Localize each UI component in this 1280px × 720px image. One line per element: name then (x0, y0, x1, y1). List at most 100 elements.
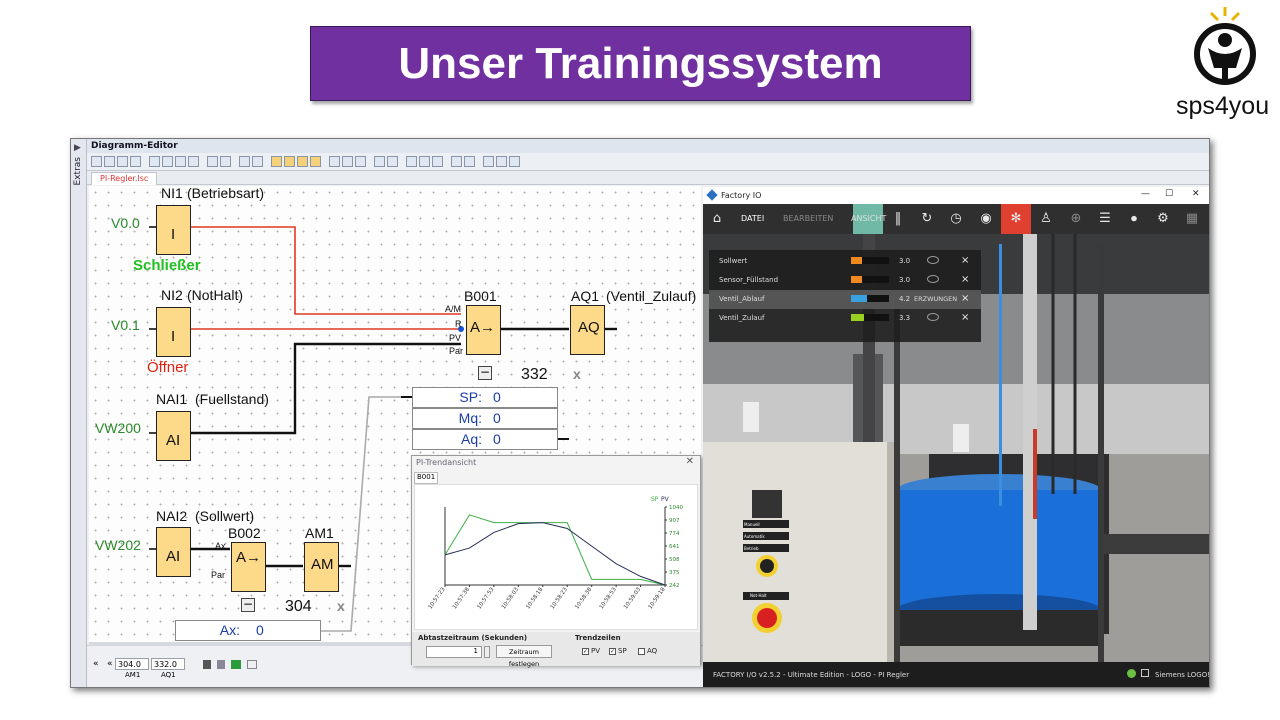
pause-icon[interactable] (217, 660, 225, 669)
function-tool-icon[interactable] (284, 156, 295, 167)
grid-icon[interactable] (419, 156, 430, 167)
b001-block[interactable]: A→ (466, 305, 501, 355)
step-icon[interactable] (483, 156, 494, 167)
block-tool-icon[interactable] (117, 156, 128, 167)
timer-icon[interactable]: ◷ (947, 210, 965, 228)
aq-checkbox[interactable]: AQ (638, 647, 657, 655)
stop-icon[interactable] (203, 660, 211, 669)
remove-tag-icon[interactable]: × (961, 274, 969, 285)
ni2-block[interactable]: I (156, 307, 191, 357)
close-box-2-icon[interactable]: x (337, 598, 345, 614)
menu-datei[interactable]: DATEI (741, 214, 764, 223)
align-right-icon[interactable] (175, 156, 186, 167)
select-tool-icon[interactable] (91, 156, 102, 167)
trend-close-icon[interactable]: ✕ (686, 456, 694, 467)
special-tool-icon[interactable] (297, 156, 308, 167)
tag-value-bar[interactable] (851, 257, 889, 264)
redo-icon[interactable] (252, 156, 263, 167)
tag-value-bar[interactable] (851, 295, 889, 302)
pause-icon[interactable]: ‖ (889, 210, 907, 228)
layout-1-icon[interactable] (329, 156, 340, 167)
tag-row[interactable]: Ventil_Zulauf 3.3 × (709, 309, 981, 328)
sample-input[interactable]: 1 (426, 646, 482, 658)
tag-value-bar[interactable] (851, 314, 889, 321)
home-icon[interactable]: ⌂ (708, 210, 726, 228)
collapse-box-2-button[interactable]: − (241, 598, 255, 612)
param-sp-field[interactable]: SP: 0 (412, 387, 558, 408)
cut-icon[interactable] (207, 156, 218, 167)
pencil-icon[interactable] (406, 156, 417, 167)
align-center-icon[interactable] (162, 156, 173, 167)
distribute-icon[interactable] (188, 156, 199, 167)
param-mq-field[interactable]: Mq: 0 (412, 408, 558, 429)
param-ax-field[interactable]: Ax: 0 (175, 620, 321, 641)
tag-forced-label[interactable]: ERZWUNGEN (914, 295, 957, 303)
minus-icon[interactable] (509, 156, 520, 167)
sample-spinner-icon[interactable] (484, 646, 490, 658)
force-toggle-icon[interactable] (927, 256, 939, 264)
reset-icon[interactable]: ↻ (918, 210, 936, 228)
force-toggle-icon[interactable] (927, 275, 939, 283)
aq1-block[interactable]: AQ (570, 305, 605, 355)
extras-tab-label[interactable]: Extras (73, 157, 83, 185)
menu-bearbeiten[interactable]: BEARBEITEN (783, 214, 833, 223)
run-icon[interactable] (231, 660, 241, 669)
trend-tab-b001[interactable]: B001 (414, 472, 438, 484)
tag-row[interactable]: Sollwert 3.0 × (709, 252, 981, 271)
ni1-block[interactable]: I (156, 205, 191, 255)
layout-2-icon[interactable] (342, 156, 353, 167)
maximize-button[interactable]: ☐ (1165, 189, 1173, 199)
nai2-block[interactable]: AI (156, 527, 191, 577)
factory-io-window[interactable]: Factory IO — ☐ ✕ ⌂ DATEI BEARBEITEN ANSI… (703, 187, 1209, 687)
plus-icon[interactable] (496, 156, 507, 167)
param-aq-field[interactable]: Aq: 0 (412, 429, 558, 450)
tag-row[interactable]: Ventil_Ablauf 4.2 ERZWUNGEN × (709, 290, 981, 309)
gate-tool-icon[interactable] (271, 156, 282, 167)
b001-symbol: A→ (470, 319, 496, 336)
remove-tag-icon[interactable]: × (961, 312, 969, 323)
set-period-button[interactable]: Zeitraum festlegen (496, 645, 552, 668)
nai1-block[interactable]: AI (156, 411, 191, 461)
tab-pi-regler[interactable]: PI-Regler.lsc (91, 172, 158, 185)
zoom-in-icon[interactable] (374, 156, 385, 167)
collapse-box-1-button[interactable]: − (478, 366, 492, 380)
simulation-icon[interactable] (451, 156, 462, 167)
text-tool-icon[interactable] (130, 156, 141, 167)
layout-3-icon[interactable] (355, 156, 366, 167)
undo-icon[interactable] (239, 156, 250, 167)
nav-prev-icon[interactable]: « (107, 659, 113, 669)
sensor-icon[interactable]: ⦁ (1125, 210, 1143, 228)
nav-first-icon[interactable]: « (93, 659, 99, 669)
remove-tag-icon[interactable]: × (961, 255, 969, 266)
tag-row[interactable]: Sensor_Füllstand 3.0 × (709, 271, 981, 290)
camera-orbit-icon[interactable]: ◉ (977, 210, 995, 228)
am1-block[interactable]: AM (304, 542, 339, 592)
pv-checkbox[interactable]: ✓ PV (582, 647, 600, 655)
copy-icon[interactable] (220, 156, 231, 167)
expand-arrow-icon[interactable]: ▶ (74, 143, 81, 153)
factory-3d-scene[interactable]: Manuell Automatik Betrieb Not-Halt Sollw… (703, 234, 1209, 662)
b002-block[interactable]: A→ (231, 542, 266, 592)
tag-value-bar[interactable] (851, 276, 889, 283)
pi-trend-window[interactable]: PI-Trendansicht ✕ B001 1040 907 774 641 508 3… (411, 455, 701, 668)
memory-tool-icon[interactable] (310, 156, 321, 167)
online-test-icon[interactable] (464, 156, 475, 167)
connect-tool-icon[interactable] (104, 156, 115, 167)
tag-list-icon[interactable]: ☰ (1096, 210, 1114, 228)
menu-ansicht[interactable]: ANSICHT (851, 214, 886, 223)
table-icon[interactable] (432, 156, 443, 167)
force-toggle-icon[interactable] (927, 313, 939, 321)
align-left-icon[interactable] (149, 156, 160, 167)
crosshair-icon[interactable]: ⊕ (1067, 210, 1085, 228)
grid-view-icon[interactable]: ▦ (1183, 210, 1201, 228)
close-box-1-icon[interactable]: x (573, 366, 581, 382)
close-window-button[interactable]: ✕ (1192, 189, 1200, 199)
minimize-button[interactable]: — (1141, 189, 1150, 199)
sp-checkbox[interactable]: ✓ SP (609, 647, 627, 655)
drivers-icon[interactable]: ⚙ (1154, 210, 1172, 228)
person-icon[interactable]: ♙ (1037, 210, 1055, 228)
remove-tag-icon[interactable]: × (961, 293, 969, 304)
io-status-icon[interactable] (247, 660, 257, 669)
zoom-out-icon[interactable] (387, 156, 398, 167)
extras-sidebar[interactable]: ▶ Extras (71, 139, 87, 687)
